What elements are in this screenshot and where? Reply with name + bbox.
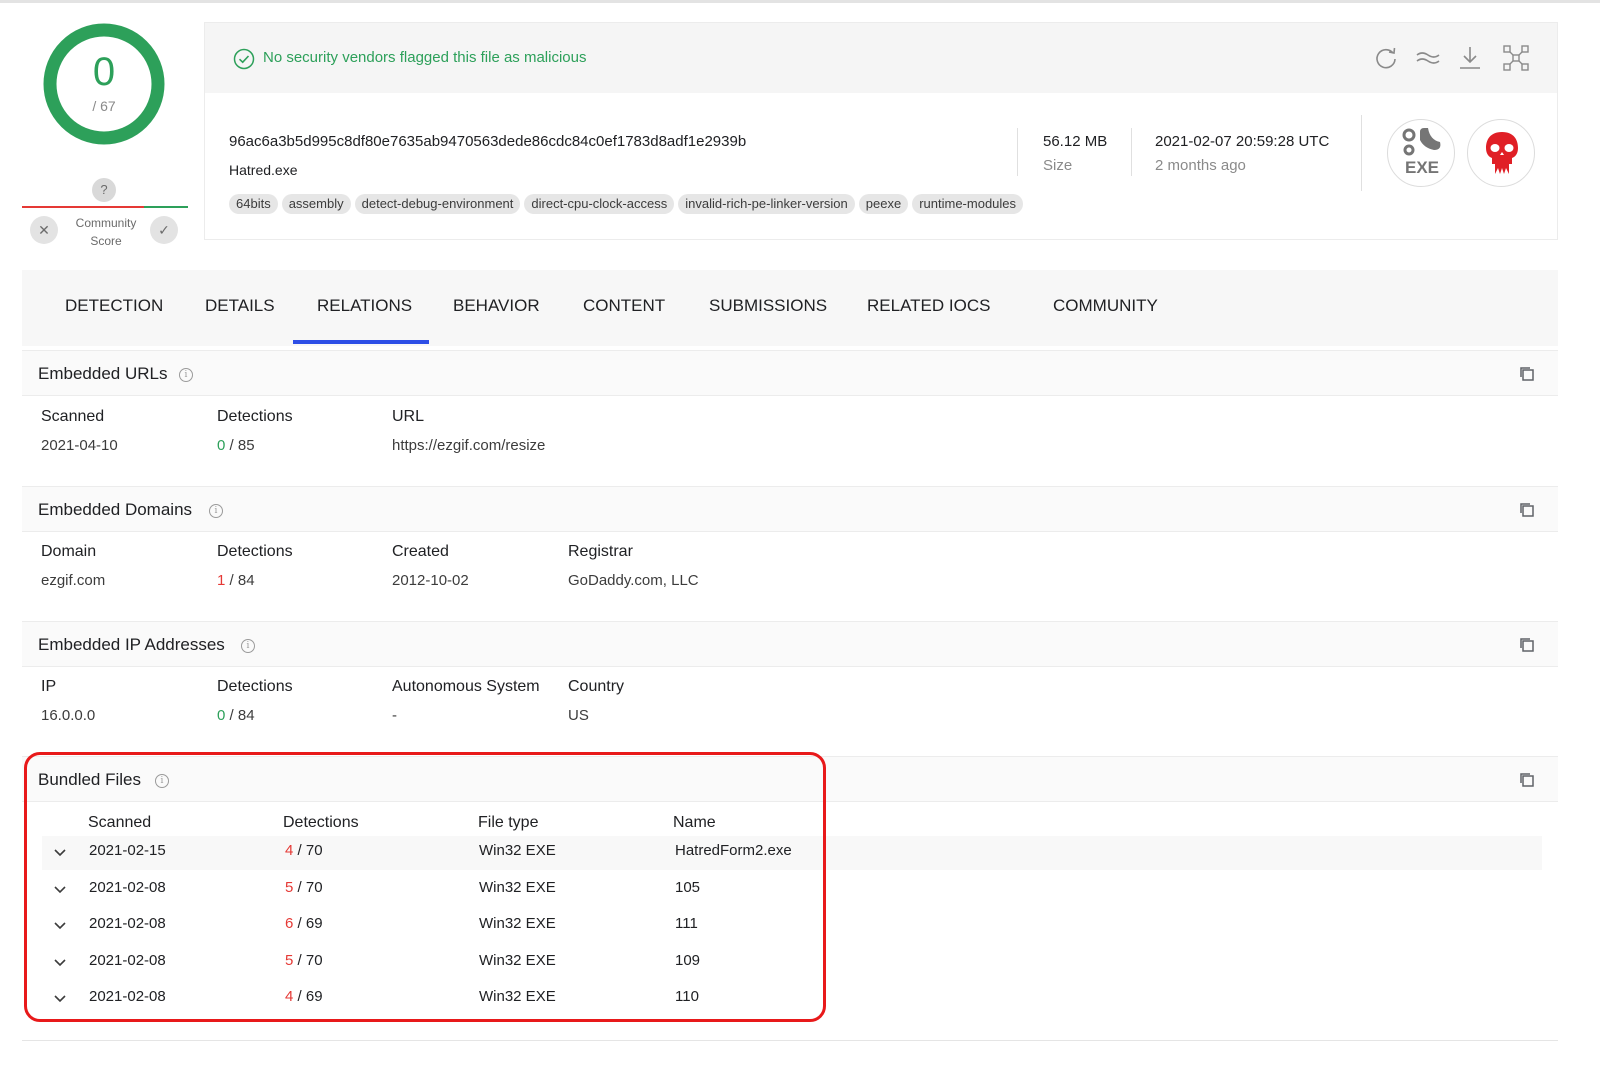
info-icon[interactable]: i — [241, 639, 255, 653]
check-circle-icon — [233, 48, 255, 70]
section-title: Embedded URLs — [38, 364, 168, 383]
file-tag[interactable]: 64bits — [229, 194, 278, 214]
skull-badge — [1467, 119, 1535, 187]
column-header: Detections — [217, 678, 293, 695]
ip-link[interactable]: 16.0.0.0 — [41, 707, 95, 724]
community-score-bar — [22, 206, 188, 208]
file-tag[interactable]: runtime-modules — [912, 194, 1024, 214]
file-tags: 64bits assembly detect-debug-environment di… — [229, 194, 1027, 214]
detections[interactable]: 1 / 84 — [217, 572, 255, 589]
section-header: Embedded IP Addresses i — [22, 621, 1558, 667]
file-name: Hatred.exe — [229, 162, 298, 178]
autonomous-system: - — [392, 707, 397, 724]
detections[interactable]: 0 / 85 — [217, 437, 255, 454]
file-tag[interactable]: invalid-rich-pe-linker-version — [678, 194, 855, 214]
detection-total: / 67 — [92, 98, 116, 114]
top-border — [0, 0, 1600, 3]
tab-relations[interactable]: RELATIONS — [317, 296, 412, 316]
copy-icon[interactable] — [1518, 501, 1536, 519]
analysis-date: 2021-02-07 20:59:28 UTC — [1155, 133, 1330, 150]
verdict-banner: No security vendors flagged this file as… — [205, 23, 1557, 93]
column-header: Detections — [217, 543, 293, 560]
column-header: Country — [568, 678, 625, 695]
meta-divider — [1131, 128, 1132, 176]
badge-divider — [1361, 115, 1362, 191]
tab-detection[interactable]: DETECTION — [65, 296, 163, 316]
copy-icon[interactable] — [1518, 365, 1536, 383]
file-type-badge: EXE — [1387, 119, 1455, 187]
unknown-score-icon: ? — [92, 178, 116, 202]
embedded-domains-section: Embedded Domains i Domain Detections Cre… — [22, 486, 1558, 622]
tab-submissions[interactable]: SUBMISSIONS — [709, 296, 827, 316]
copy-icon[interactable] — [1518, 771, 1536, 789]
registrar: GoDaddy.com, LLC — [568, 572, 699, 589]
community-score-label: Community Score — [75, 216, 137, 248]
graph-icon[interactable] — [1501, 43, 1531, 73]
embedded-ips-section: Embedded IP Addresses i IP Detections Au… — [22, 621, 1558, 757]
meta-divider — [1017, 128, 1018, 176]
detection-count: 0 — [92, 50, 116, 94]
column-header: URL — [392, 408, 425, 425]
section-title: Embedded Domains — [38, 500, 193, 519]
section-title: Embedded IP Addresses — [38, 635, 225, 654]
column-header: Detections — [217, 408, 293, 425]
detection-score-ring: 0 / 67 — [42, 22, 166, 146]
community-score: ? ✕ Community Score ✓ — [22, 178, 188, 252]
file-size: 56.12 MB — [1043, 133, 1108, 150]
section-header: Embedded URLs i — [22, 350, 1558, 396]
page-divider — [22, 1040, 1558, 1041]
column-header: Created — [392, 543, 449, 560]
info-icon[interactable]: i — [209, 504, 223, 518]
reanalyze-icon[interactable] — [1371, 43, 1401, 73]
file-tag[interactable]: peexe — [858, 194, 909, 214]
analysis-date-ago: 2 months ago — [1155, 157, 1246, 174]
dislike-button[interactable]: ✕ — [30, 216, 58, 244]
column-header: Scanned — [41, 408, 105, 425]
created-date: 2012-10-02 — [392, 572, 469, 589]
domain-link[interactable]: ezgif.com — [41, 572, 105, 589]
like-button[interactable]: ✓ — [150, 216, 178, 244]
file-tag[interactable]: direct-cpu-clock-access — [524, 194, 675, 214]
column-header: Registrar — [568, 543, 633, 560]
gears-icon — [1402, 128, 1441, 156]
scanned-date: 2021-04-10 — [41, 437, 118, 454]
column-header: Autonomous System — [392, 678, 540, 695]
file-size-label: Size — [1043, 157, 1073, 174]
column-header: IP — [41, 678, 57, 695]
url-link[interactable]: https://ezgif.com/resize — [392, 437, 545, 454]
section-header: Embedded Domains i — [22, 486, 1558, 532]
embedded-urls-section: Embedded URLs i Scanned Detections URL 2… — [22, 350, 1558, 486]
detections[interactable]: 0 / 84 — [217, 707, 255, 724]
copy-icon[interactable] — [1518, 636, 1536, 654]
download-icon[interactable] — [1455, 43, 1485, 73]
tab-details[interactable]: DETAILS — [205, 296, 275, 316]
highlight-box — [24, 752, 826, 1022]
file-summary-card: No security vendors flagged this file as… — [204, 22, 1558, 240]
file-tag[interactable]: detect-debug-environment — [354, 194, 521, 214]
tab-related-iocs[interactable]: RELATED IOCS — [867, 296, 990, 316]
tab-content[interactable]: CONTENT — [583, 296, 665, 316]
file-tag[interactable]: assembly — [281, 194, 351, 214]
tab-community[interactable]: COMMUNITY — [1053, 296, 1158, 316]
column-header: Domain — [41, 543, 97, 560]
verdict-text: No security vendors flagged this file as… — [263, 49, 587, 66]
file-hash[interactable]: 96ac6a3b5d995c8df80e7635ab9470563dede86c… — [229, 133, 746, 150]
tab-bar: DETECTION DETAILS RELATIONS BEHAVIOR CON… — [22, 270, 1558, 346]
file-type-label: EXE — [1404, 158, 1440, 177]
similar-icon[interactable] — [1413, 43, 1443, 73]
info-icon[interactable]: i — [179, 368, 193, 382]
skull-icon — [1486, 132, 1518, 174]
tab-behavior[interactable]: BEHAVIOR — [453, 296, 540, 316]
active-tab-indicator — [293, 340, 429, 344]
country: US — [568, 707, 589, 724]
